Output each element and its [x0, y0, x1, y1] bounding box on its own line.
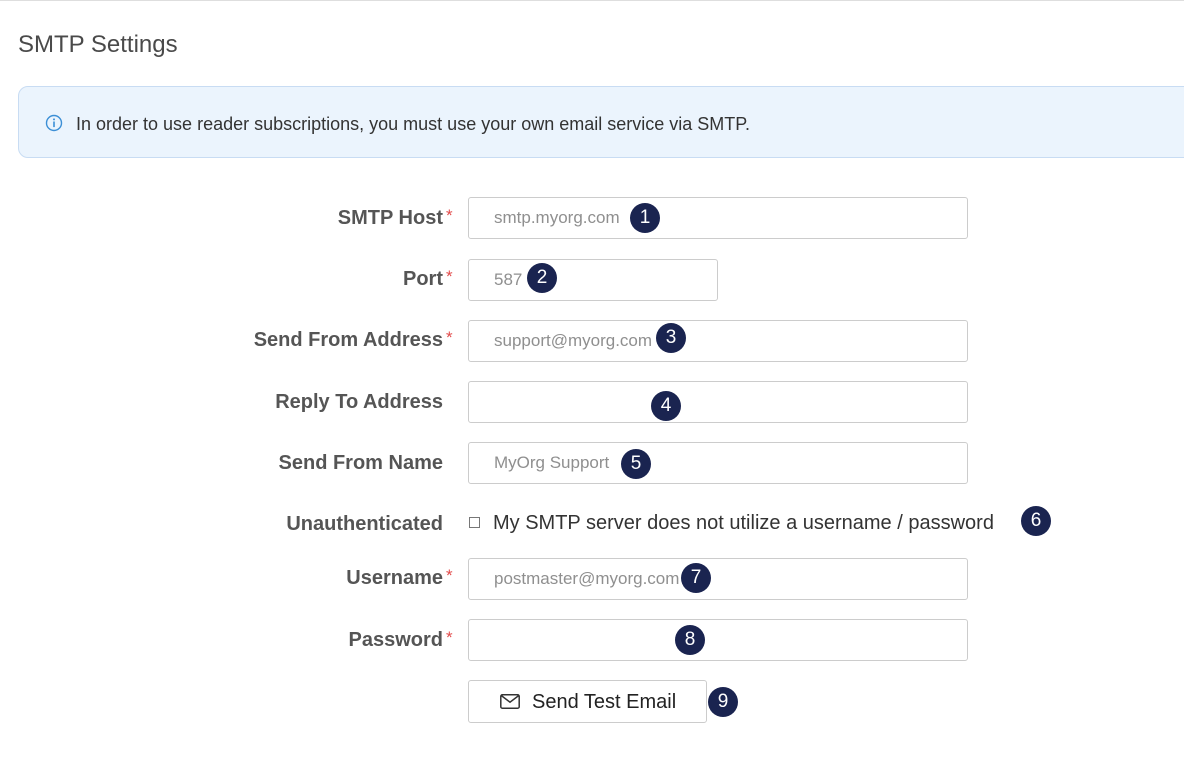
page-title: SMTP Settings — [18, 31, 178, 58]
port-placeholder: 587 — [494, 270, 523, 289]
port-label: Port — [403, 268, 443, 290]
unauthenticated-checkbox[interactable] — [469, 517, 480, 528]
callout-badge-5: 5 — [621, 449, 651, 479]
required-marker: * — [446, 206, 453, 225]
required-marker: * — [446, 566, 453, 585]
required-marker: * — [446, 267, 453, 286]
smtp-host-placeholder: smtp.myorg.com — [494, 208, 620, 227]
port-input[interactable]: 587 — [468, 259, 718, 301]
callout-badge-9: 9 — [708, 687, 738, 717]
send-from-name-placeholder: MyOrg Support — [494, 453, 610, 472]
info-circle-icon — [45, 114, 63, 132]
reply-to-address-label: Reply To Address — [275, 391, 443, 413]
callout-badge-1: 1 — [630, 203, 660, 233]
smtp-settings-page: SMTP Settings In order to use reader sub… — [0, 0, 1184, 765]
callout-badge-7: 7 — [681, 563, 711, 593]
required-marker: * — [446, 328, 453, 347]
smtp-host-label: SMTP Host — [337, 207, 443, 229]
send-from-address-placeholder: support@myorg.com — [494, 331, 653, 350]
send-test-email-label: Send Test Email — [532, 691, 677, 713]
callout-badge-3: 3 — [656, 323, 686, 353]
required-marker: * — [446, 628, 453, 647]
callout-badge-4: 4 — [651, 391, 681, 421]
alert-message: In order to use reader subscriptions, yo… — [76, 114, 750, 134]
top-divider — [0, 0, 1184, 1]
username-placeholder: postmaster@myorg.com — [494, 569, 680, 588]
callout-badge-6: 6 — [1021, 506, 1051, 536]
password-input[interactable] — [468, 619, 968, 661]
username-input[interactable]: postmaster@myorg.com — [468, 558, 968, 600]
send-from-name-input[interactable]: MyOrg Support — [468, 442, 968, 484]
send-test-email-button[interactable]: Send Test Email — [468, 680, 707, 723]
reply-to-address-input[interactable] — [468, 381, 968, 423]
send-from-address-label: Send From Address — [253, 329, 443, 351]
callout-badge-8: 8 — [675, 625, 705, 655]
callout-badge-2: 2 — [527, 263, 557, 293]
smtp-host-input[interactable]: smtp.myorg.com — [468, 197, 968, 239]
send-from-address-input[interactable]: support@myorg.com — [468, 320, 968, 362]
password-label: Password — [348, 629, 443, 651]
info-alert: In order to use reader subscriptions, yo… — [18, 86, 1184, 158]
unauthenticated-checkbox-label[interactable]: My SMTP server does not utilize a userna… — [493, 512, 994, 535]
unauthenticated-label: Unauthenticated — [286, 513, 443, 535]
send-from-name-label: Send From Name — [278, 452, 443, 474]
envelope-icon — [500, 694, 520, 709]
username-label: Username — [346, 567, 443, 589]
